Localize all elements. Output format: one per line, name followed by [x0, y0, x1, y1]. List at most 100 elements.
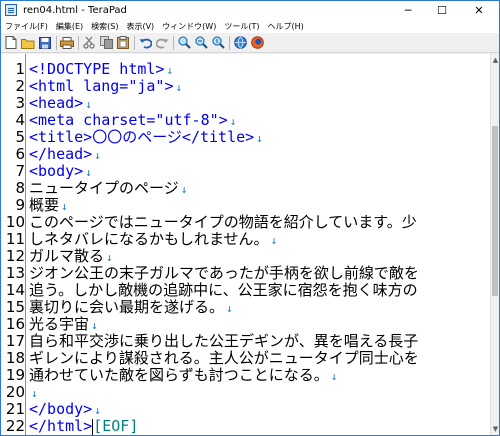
editor-line[interactable]: 14 追う。しかし敵機の追跡中に、公王家に宿怨を抱く味方の	[1, 281, 490, 299]
editor-line[interactable]: 10 このページではニュータイプの物語を紹介しています。少	[1, 213, 490, 231]
line-number: 10	[5, 213, 25, 231]
line-break-arrow-icon: ↓	[256, 132, 263, 145]
content-text: 概要	[29, 196, 60, 214]
find-icon[interactable]	[177, 36, 191, 50]
firefox-icon[interactable]	[250, 36, 264, 50]
line-number: 12	[5, 247, 25, 265]
line-break-arrow-icon: ↓	[270, 234, 278, 247]
line-break-arrow-icon: ↓	[85, 166, 92, 179]
line-number: 9	[15, 196, 25, 214]
content-text: ギレンにより謀殺される。主人公がニュータイプ同士心を	[29, 349, 419, 367]
find-previous-icon[interactable]	[211, 36, 225, 50]
scroll-down-arrow-icon[interactable]: ▼	[491, 423, 499, 435]
line-break-arrow-icon: ↓	[106, 251, 113, 264]
line-number: 13	[5, 264, 25, 282]
html-tag-text: <html lang="ja">	[29, 77, 174, 95]
editor-line[interactable]: 2 <html lang="ja"> ↓	[1, 77, 490, 95]
vertical-scrollbar[interactable]: ▲ ▼	[490, 54, 499, 435]
editor-line[interactable]: 16 光る宇宙 ↓	[1, 315, 490, 333]
line-break-arrow-icon: ↓	[175, 81, 183, 94]
editor-line[interactable]: 18 ギレンにより謀殺される。主人公がニュータイプ同士心を	[1, 349, 490, 367]
content-text: ジオン公王の末子ガルマであったが手柄を欲し前線で敵を	[29, 264, 419, 282]
menu-window[interactable]: ウィンドウ(W)	[158, 21, 220, 32]
open-folder-icon[interactable]	[21, 36, 35, 50]
minimize-button[interactable]: ─	[391, 1, 425, 19]
save-icon[interactable]	[38, 36, 52, 50]
editor-line[interactable]: 9 概要 ↓	[1, 196, 490, 214]
scroll-thumb[interactable]	[492, 126, 498, 296]
editor-line[interactable]: 3 <head> ↓	[1, 94, 490, 112]
menu-file[interactable]: ファイル(F)	[1, 21, 52, 32]
content-text: 裏切りに会い最期を遂げる。	[29, 298, 225, 316]
toolbar-separator	[56, 35, 57, 50]
editor-line[interactable]: 1 <!DOCTYPE html> ↓	[1, 60, 490, 78]
close-button[interactable]: ✕	[459, 1, 499, 19]
editor-line[interactable]: 13 ジオン公王の末子ガルマであったが手柄を欲し前線で敵を	[1, 264, 490, 282]
content-text: このページではニュータイプの物語を紹介しています。少	[29, 213, 417, 231]
line-text: </html>[EOF]	[29, 417, 138, 435]
html-tag-text: <title>〇〇のページ</title>	[29, 128, 255, 146]
line-text: ジオン公王の末子ガルマであったが手柄を欲し前線で敵を	[29, 264, 419, 282]
text-editor[interactable]: 1 <!DOCTYPE html> ↓ 2 <html lang="ja"> ↓ 3 <hea…	[1, 54, 490, 435]
terapad-app-icon[interactable]	[5, 4, 17, 16]
editor-line[interactable]: 4 <meta charset="utf-8"> ↓	[1, 111, 490, 129]
line-number: 19	[5, 366, 25, 384]
editor-line[interactable]: 12 ガルマ散る ↓	[1, 247, 490, 265]
editor-line[interactable]: 22 </html>[EOF]	[1, 417, 490, 435]
toolbar-separator	[173, 35, 174, 50]
content-text: ニュータイプのページ	[29, 179, 179, 197]
menu-help[interactable]: ヘルプ(H)	[263, 21, 307, 32]
toolbar-separator	[134, 35, 135, 50]
line-break-arrow-icon: ↓	[61, 200, 68, 213]
editor-line[interactable]: 17 自ら和平交渉に乗り出した公王デギンが、異を唱える長子	[1, 332, 490, 350]
content-text: 追う。しかし敵機の追跡中に、公王家に宿怨を抱く味方の	[29, 281, 418, 299]
line-number: 6	[15, 145, 25, 163]
undo-icon[interactable]	[138, 36, 152, 50]
editor-line[interactable]: 7 <body> ↓	[1, 162, 490, 180]
web-icon[interactable]	[233, 36, 247, 50]
content-text: 自ら和平交渉に乗り出した公王デギンが、異を唱える長子	[29, 332, 419, 350]
title-bar[interactable]: ren04.html - TeraPad ─ ☐ ✕	[1, 1, 499, 19]
line-number: 3	[15, 94, 25, 112]
editor-line[interactable]: 20 ↓	[1, 383, 490, 401]
editor-line[interactable]: 21 </body> ↓	[1, 400, 490, 418]
menu-tools[interactable]: ツール(T)	[220, 21, 263, 32]
line-break-arrow-icon: ↓	[180, 183, 188, 196]
menu-edit[interactable]: 編集(E)	[52, 21, 87, 32]
html-tag-text: </body>	[29, 400, 93, 418]
copy-icon[interactable]	[99, 36, 113, 50]
cut-icon[interactable]	[82, 36, 96, 50]
html-tag-text: <!DOCTYPE html>	[29, 60, 165, 78]
line-number: 7	[15, 162, 25, 180]
editor-line[interactable]: 11 しネタバレになるかもしれません。 ↓	[1, 230, 490, 248]
line-number: 15	[5, 298, 25, 316]
html-tag-text: <head>	[29, 94, 84, 112]
editor-line[interactable]: 8 ニュータイプのページ ↓	[1, 179, 490, 197]
new-file-icon[interactable]	[4, 36, 18, 50]
line-break-arrow-icon: ↓	[94, 404, 101, 417]
line-number: 2	[15, 77, 25, 95]
terapad-window: ren04.html - TeraPad ─ ☐ ✕ ファイル(F) 編集(E)…	[0, 0, 500, 436]
line-number: 17	[5, 332, 25, 350]
redo-icon[interactable]	[155, 36, 169, 50]
window-title: ren04.html - TeraPad	[23, 4, 127, 16]
html-tag-text: </head>	[29, 145, 93, 163]
editor-line[interactable]: 19 通わせていた敵を図らずも討つことになる。 ↓	[1, 366, 490, 384]
line-number: 4	[15, 111, 25, 129]
menu-search[interactable]: 検索(S)	[87, 21, 122, 32]
line-text: 自ら和平交渉に乗り出した公王デギンが、異を唱える長子	[29, 332, 418, 350]
html-tag-text: <meta charset="utf-8">	[29, 111, 228, 129]
line-break-arrow-icon: ↓	[226, 302, 233, 315]
editor-line[interactable]: 5 <title>〇〇のページ</title> ↓	[1, 128, 490, 146]
toolbar	[1, 33, 499, 53]
editor-line[interactable]: 15 裏切りに会い最期を遂げる。 ↓	[1, 298, 490, 316]
print-icon[interactable]	[60, 36, 74, 50]
eof-marker: [EOF]	[93, 417, 139, 435]
paste-icon[interactable]	[116, 36, 130, 50]
menu-view[interactable]: 表示(V)	[122, 21, 158, 32]
maximize-button[interactable]: ☐	[425, 1, 459, 19]
editor-line[interactable]: 6 </head> ↓	[1, 145, 490, 163]
find-next-icon[interactable]	[194, 36, 208, 50]
line-break-arrow-icon: ↓	[94, 149, 101, 162]
scroll-up-arrow-icon[interactable]: ▲	[491, 54, 499, 66]
